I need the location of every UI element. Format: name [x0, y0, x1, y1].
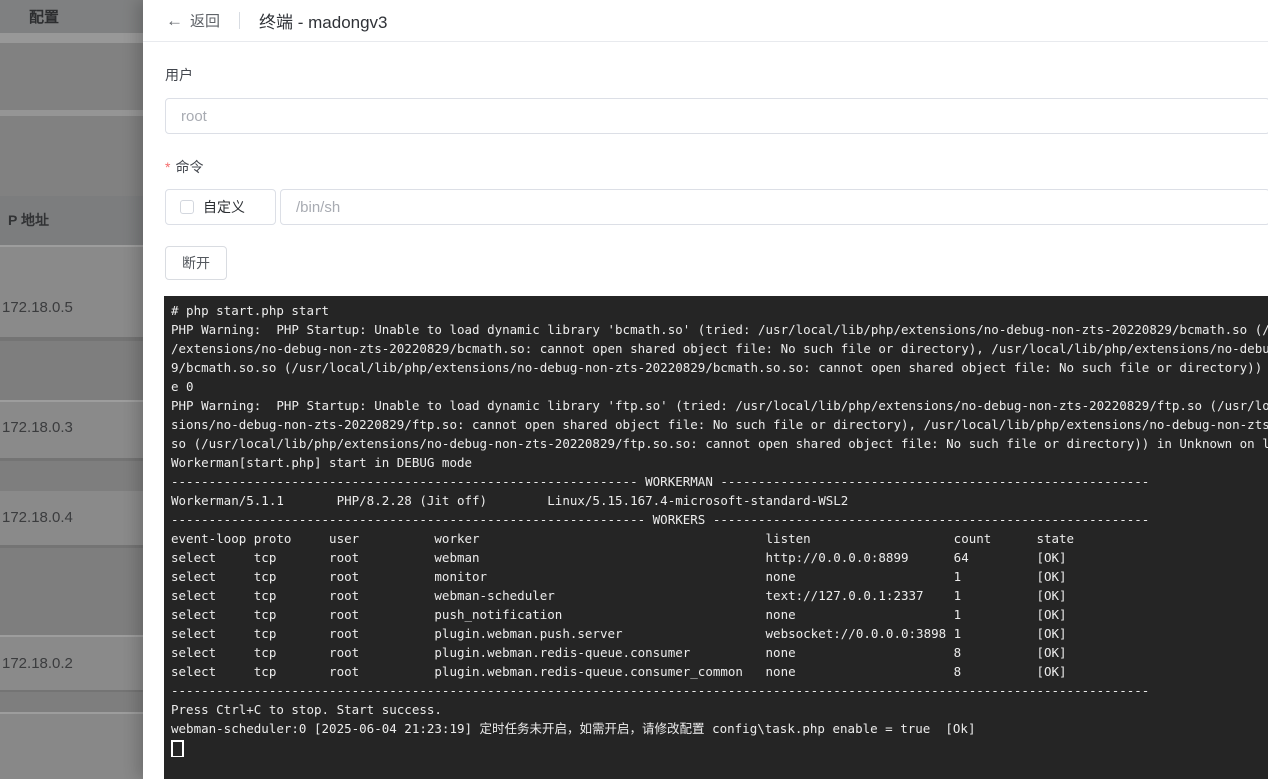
ip-address-cell: 172.18.0.4 — [2, 509, 73, 526]
drawer-header: ← 返回 终端 - madongv3 — [143, 0, 1268, 42]
terminal-line: e 0 — [171, 377, 1268, 396]
terminal-output[interactable]: # php start.php start PHP Warning: PHP S… — [164, 296, 1268, 779]
command-input[interactable] — [280, 189, 1268, 225]
table-row — [0, 116, 143, 196]
ip-column-label: P 地址 — [8, 210, 49, 230]
terminal-line: webman-scheduler:0 [2025-06-04 21:23:19]… — [171, 719, 1268, 738]
table-row — [0, 341, 143, 400]
table-row — [0, 247, 143, 337]
terminal-line: PHP Warning: PHP Startup: Unable to load… — [171, 320, 1268, 339]
table-row — [0, 43, 143, 110]
terminal-line: PHP Warning: PHP Startup: Unable to load… — [171, 396, 1268, 415]
terminal-worker-row: select tcp root plugin.webman.redis-queu… — [171, 643, 1268, 662]
terminal-drawer: ← 返回 终端 - madongv3 用户 *命令 自定义 断开 # php s… — [143, 0, 1268, 779]
terminal-version-line: Workerman/5.1.1 PHP/8.2.28 (Jit off) Lin… — [171, 491, 1268, 510]
back-button[interactable]: ← 返回 — [166, 10, 220, 31]
table-divider — [0, 33, 143, 43]
terminal-line: Workerman[start.php] start in DEBUG mode — [171, 453, 1268, 472]
required-marker: * — [165, 159, 170, 175]
terminal-worker-row: select tcp root push_notification none 1… — [171, 605, 1268, 624]
command-label: *命令 — [165, 157, 203, 177]
ip-address-cell: 172.18.0.2 — [2, 655, 73, 672]
terminal-separator: ----------------------------------------… — [171, 681, 1268, 700]
ip-column-header: P 地址 — [0, 196, 143, 245]
terminal-cursor-line — [171, 738, 1268, 757]
terminal-line: so (/usr/local/lib/php/extensions/no-deb… — [171, 434, 1268, 453]
terminal-worker-row: select tcp root webman http://0.0.0.0:88… — [171, 548, 1268, 567]
ip-address-cell: 172.18.0.5 — [2, 299, 73, 316]
terminal-line: Press Ctrl+C to stop. Start success. — [171, 700, 1268, 719]
background-table: 配置 P 地址 172.18.0.5 172.18.0.3 172.18.0.4… — [0, 0, 143, 779]
terminal-separator-workers: ----------------------------------------… — [171, 510, 1268, 529]
config-column-header: 配置 — [0, 0, 143, 33]
terminal-worker-row: select tcp root webman-scheduler text://… — [171, 586, 1268, 605]
terminal-line: 9/bcmath.so.so (/usr/local/lib/php/exten… — [171, 358, 1268, 377]
table-row — [0, 461, 143, 491]
terminal-worker-row: select tcp root plugin.webman.push.serve… — [171, 624, 1268, 643]
config-column-label: 配置 — [29, 6, 59, 27]
terminal-line: /extensions/no-debug-non-zts-20220829/bc… — [171, 339, 1268, 358]
disconnect-button[interactable]: 断开 — [165, 246, 227, 280]
custom-checkbox-label: 自定义 — [203, 197, 245, 217]
terminal-cursor — [171, 740, 184, 757]
table-row — [0, 548, 143, 635]
user-label: 用户 — [165, 65, 193, 85]
terminal-line: # php start.php start — [171, 301, 1268, 320]
header-divider — [239, 12, 240, 29]
terminal-separator-workerman: ----------------------------------------… — [171, 472, 1268, 491]
page-title: 终端 - madongv3 — [259, 8, 388, 33]
terminal-worker-row: select tcp root monitor none 1 [OK] — [171, 567, 1268, 586]
table-row — [0, 692, 143, 712]
custom-command-checkbox[interactable]: 自定义 — [165, 189, 276, 225]
terminal-worker-row: select tcp root plugin.webman.redis-queu… — [171, 662, 1268, 681]
user-input[interactable] — [165, 98, 1268, 134]
back-arrow-icon: ← — [166, 12, 183, 29]
checkbox-icon — [180, 200, 194, 214]
terminal-line: sions/no-debug-non-zts-20220829/ftp.so: … — [171, 415, 1268, 434]
terminal-workers-header: event-loop proto user worker listen coun… — [171, 529, 1268, 548]
table-row — [0, 714, 143, 779]
back-button-label: 返回 — [190, 10, 220, 31]
ip-address-cell: 172.18.0.3 — [2, 419, 73, 436]
